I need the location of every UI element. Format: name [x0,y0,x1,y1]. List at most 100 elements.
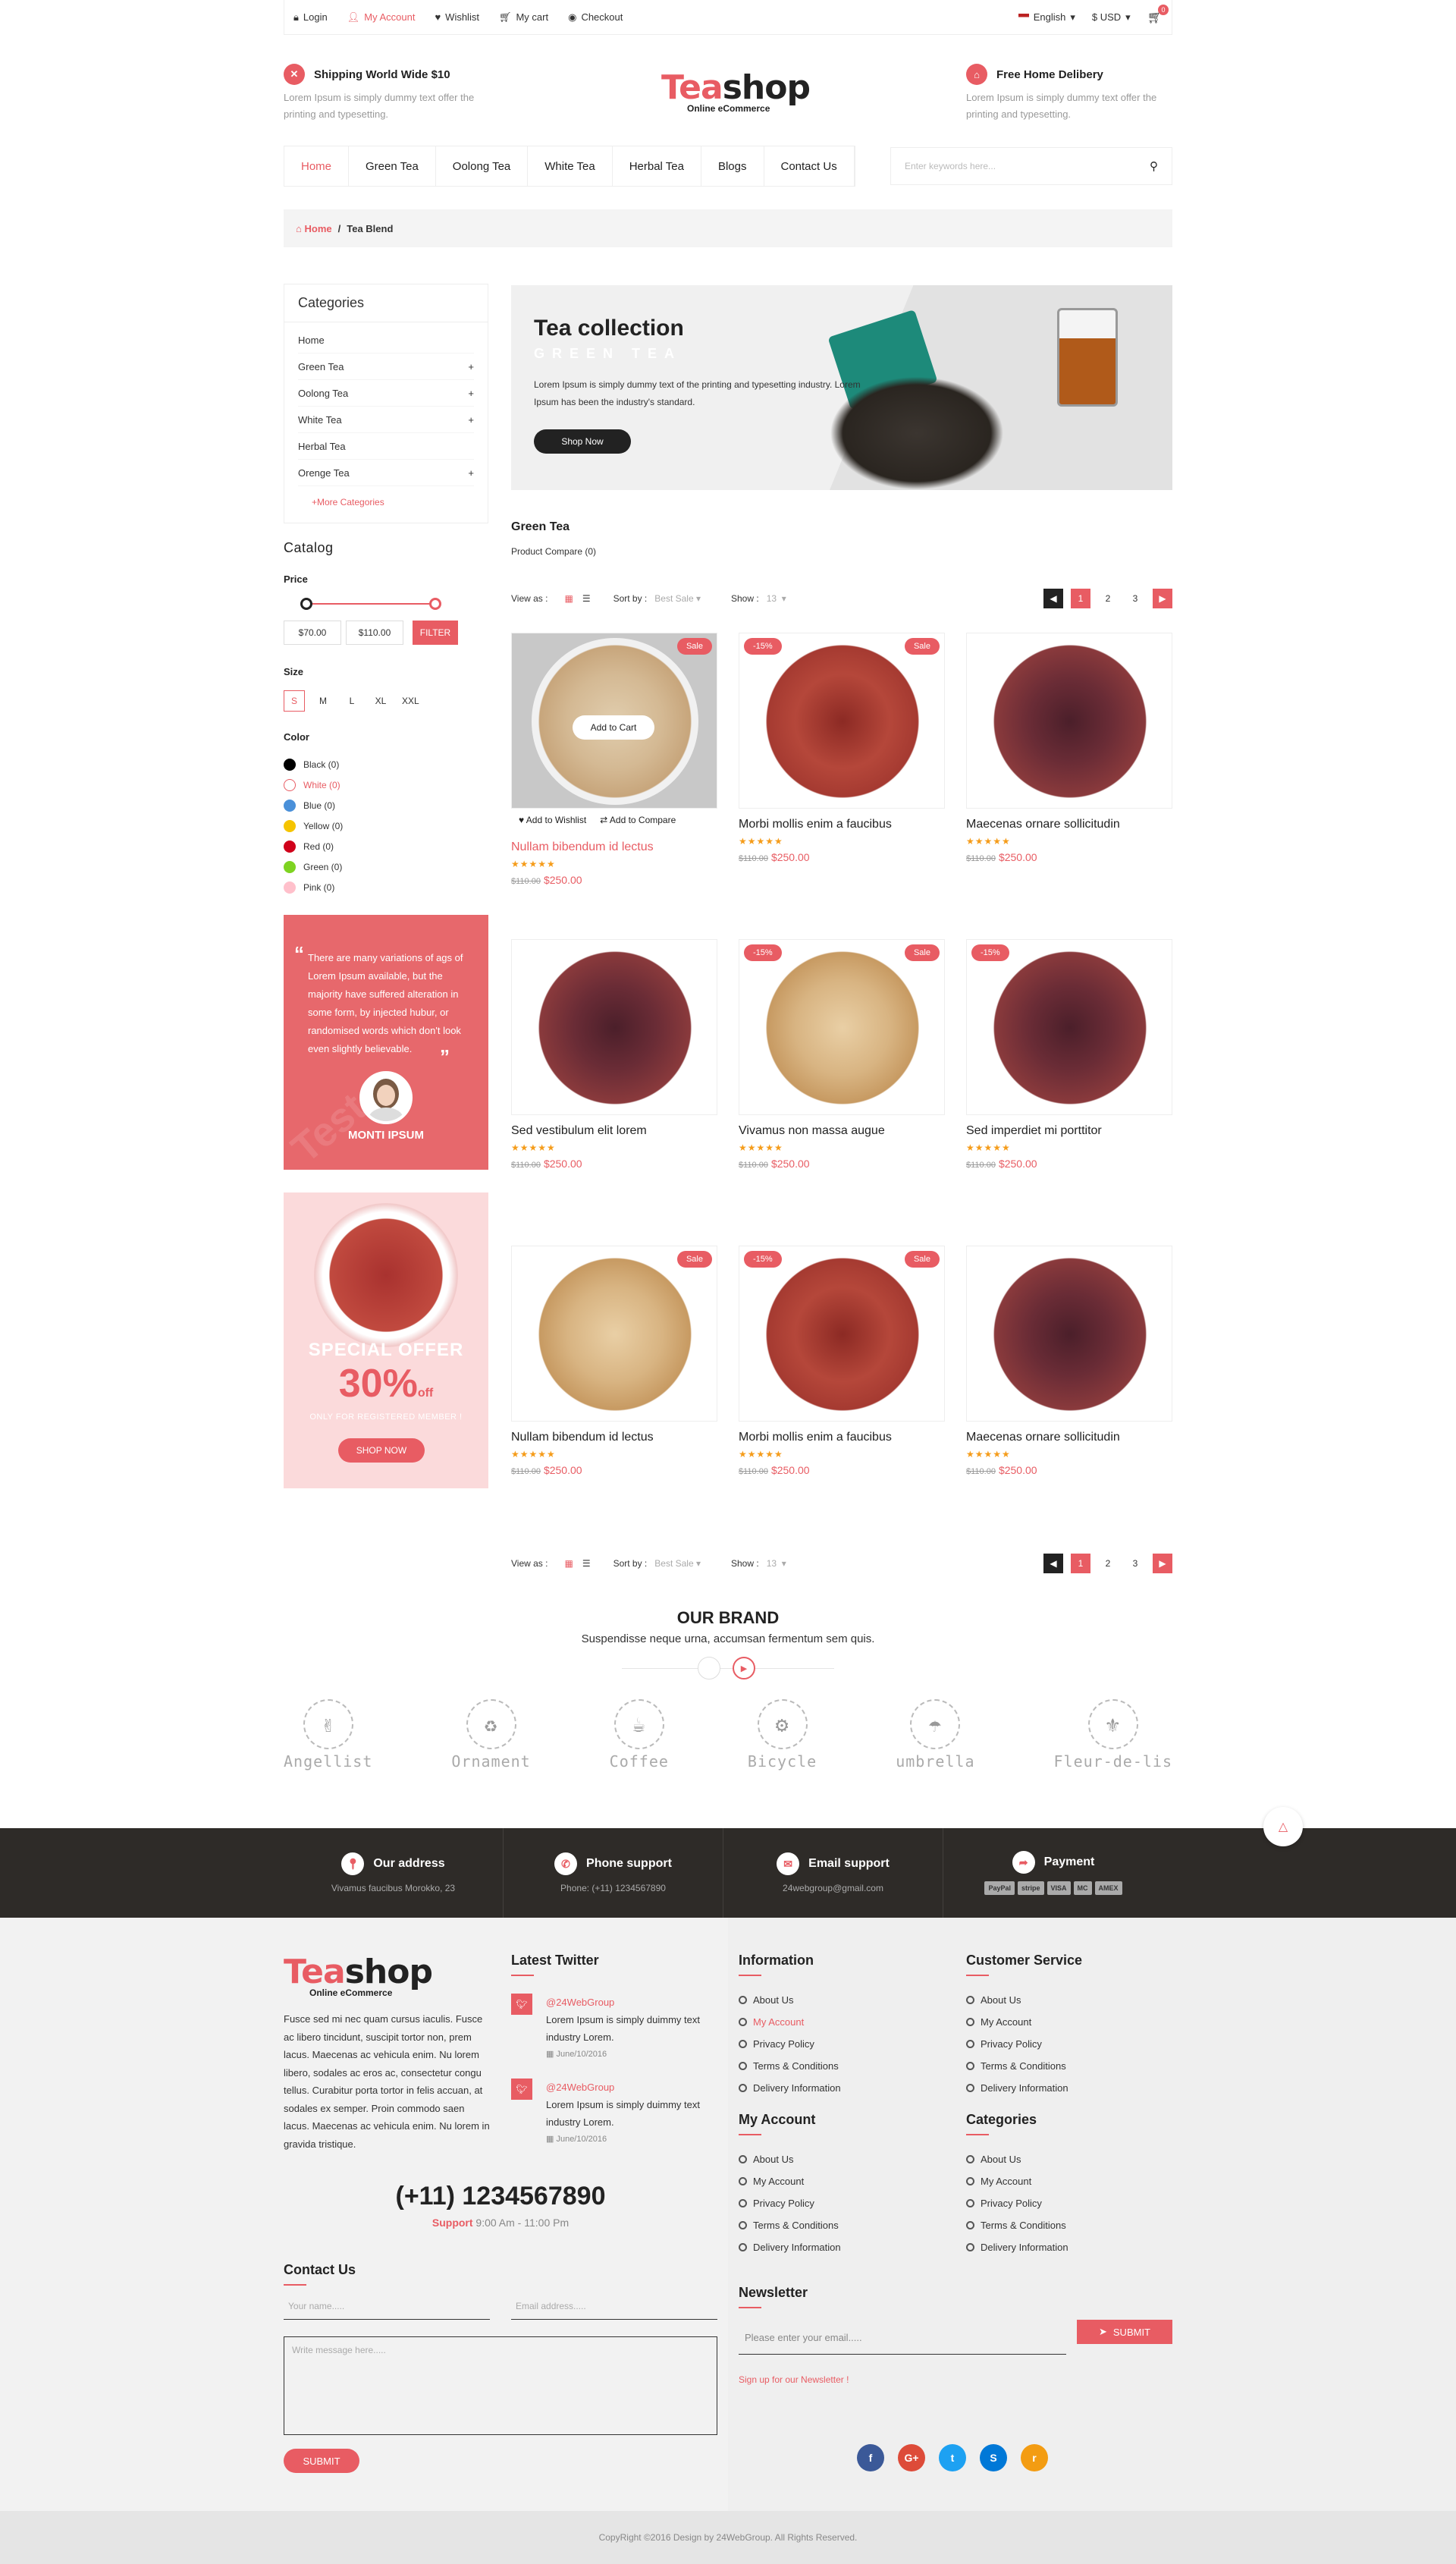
size-option[interactable]: XXL [399,690,422,712]
social-icon[interactable]: G+ [898,2444,925,2471]
nav-herbal-tea[interactable]: Herbal Tea [613,146,701,186]
footer-link[interactable]: About Us [966,2148,1068,2170]
product-name[interactable]: Sed vestibulum elit lorem [511,1124,717,1138]
price-max-handle[interactable] [429,598,441,610]
product-card[interactable]: -15% Sale Morbi mollis enim a faucibus ★★★★… [739,633,945,863]
category-item[interactable]: Orenge Tea + [298,460,474,486]
brand-prev-button[interactable] [698,1657,720,1679]
footer-link[interactable]: My Account [739,2170,841,2192]
footer-logo[interactable]: Teashop Online eCommerce [284,1954,433,1999]
product-card[interactable]: Sale Add to Cart ♥ Add to Wishlist ⇄ Add to… [511,633,717,886]
footer-link[interactable]: Terms & Conditions [739,2214,841,2236]
brand-logo[interactable]: ⚙ Bicycle [748,1699,817,1771]
plus-icon[interactable]: + [468,467,474,479]
product-card[interactable]: Sed vestibulum elit lorem ★★★★★ $110.00 $25… [511,939,717,1170]
banner-shop-now-button[interactable]: Shop Now [534,429,631,454]
tweet-handle[interactable]: @24WebGroup [546,1994,717,2011]
product-image[interactable]: -15% Sale [739,1246,945,1422]
message-textarea[interactable]: Write message here..... [284,2336,717,2435]
product-name[interactable]: Sed imperdiet mi porttitor [966,1124,1172,1138]
add-to-wishlist-button[interactable]: ♥ Add to Wishlist [519,815,586,825]
brand-logo[interactable]: ✌ Angellist [284,1699,372,1771]
nav-oolong-tea[interactable]: Oolong Tea [436,146,529,186]
prev-page-button[interactable]: ◀ [1043,1554,1063,1573]
product-card[interactable]: -15% Sed imperdiet mi porttitor ★★★★★ $110.… [966,939,1172,1170]
price-min-handle[interactable] [300,598,312,610]
color-option[interactable]: White (0) [284,775,343,795]
product-name[interactable]: Maecenas ornare sollicitudin [966,818,1172,831]
color-option[interactable]: Blue (0) [284,795,343,815]
category-item[interactable]: Home [298,327,474,353]
grid-view-icon[interactable]: ▦ [564,1558,573,1569]
list-view-icon[interactable]: ☰ [582,1558,591,1569]
social-icon[interactable]: S [980,2444,1007,2471]
logo[interactable]: Teashop Online eCommerce [661,70,811,115]
product-card[interactable]: Sale Nullam bibendum id lectus ★★★★★ $110.0… [511,1246,717,1476]
social-icon[interactable]: f [857,2444,884,2471]
product-name[interactable]: Nullam bibendum id lectus [511,841,717,854]
checkout-link[interactable]: ◉ Checkout [568,11,623,24]
next-page-button[interactable]: ▶ [1153,1554,1172,1573]
product-image[interactable] [511,939,717,1115]
footer-link[interactable]: Privacy Policy [739,2192,841,2214]
size-option[interactable]: S [284,690,305,712]
brand-logo[interactable]: ♻ Ornament [451,1699,530,1771]
product-image[interactable] [966,1246,1172,1422]
nav-white-tea[interactable]: White Tea [528,146,613,186]
product-image[interactable]: -15% [966,939,1172,1115]
footer-link[interactable]: Privacy Policy [739,2033,841,2055]
product-card[interactable]: -15% Sale Morbi mollis enim a faucibus ★★★★… [739,1246,945,1476]
product-card[interactable]: Maecenas ornare sollicitudin ★★★★★ $110.00… [966,633,1172,863]
color-option[interactable]: Pink (0) [284,877,343,897]
page-2[interactable]: 2 [1098,589,1118,608]
footer-link[interactable]: Delivery Information [739,2077,841,2099]
product-image[interactable] [966,633,1172,809]
product-compare-link[interactable]: Product Compare (0) [511,546,596,557]
color-option[interactable]: Red (0) [284,836,343,856]
footer-link[interactable]: My Account [739,2011,841,2033]
wishlist-link[interactable]: ♥ Wishlist [435,11,479,23]
more-categories-link[interactable]: +More Categories [284,491,488,507]
product-image[interactable]: -15% Sale [739,939,945,1115]
footer-link[interactable]: Privacy Policy [966,2192,1068,2214]
category-item[interactable]: Oolong Tea + [298,380,474,407]
newsletter-signup-link[interactable]: Sign up for our Newsletter ! [739,2374,849,2385]
sort-select[interactable]: Best Sale ▾ [654,593,701,604]
brand-next-button[interactable]: ▶ [733,1657,755,1679]
category-item[interactable]: White Tea + [298,407,474,433]
size-option[interactable]: XL [370,690,391,712]
nav-blogs[interactable]: Blogs [701,146,764,186]
language-select[interactable]: English ▾ [1018,11,1075,24]
footer-link[interactable]: About Us [739,1989,841,2011]
tweet-handle[interactable]: @24WebGroup [546,2079,717,2096]
add-to-cart-button[interactable]: Add to Cart [573,715,654,740]
page-2[interactable]: 2 [1098,1554,1118,1573]
scroll-top-button[interactable]: △ [1263,1807,1303,1846]
page-1[interactable]: 1 [1071,1554,1090,1573]
page-3[interactable]: 3 [1125,589,1145,608]
footer-link[interactable]: Delivery Information [739,2236,841,2258]
cart-button[interactable]: 🛒︎ 0 [1147,4,1169,25]
product-image[interactable]: -15% Sale [739,633,945,809]
nav-contact[interactable]: Contact Us [764,146,855,186]
brand-logo[interactable]: ⚜ Fleur-de-lis [1054,1699,1173,1771]
footer-link[interactable]: About Us [966,1989,1068,2011]
account-link[interactable]: 👤︎ My Account [347,11,416,24]
filter-button[interactable]: FILTER [413,621,458,645]
footer-link[interactable]: Delivery Information [966,2236,1068,2258]
color-option[interactable]: Black (0) [284,754,343,775]
footer-link[interactable]: Terms & Conditions [966,2214,1068,2236]
product-name[interactable]: Nullam bibendum id lectus [511,1431,717,1444]
product-name[interactable]: Vivamus non massa augue [739,1124,945,1138]
shop-now-button[interactable]: SHOP NOW [338,1438,425,1463]
product-name[interactable]: Morbi mollis enim a faucibus [739,1431,945,1444]
size-option[interactable]: M [312,690,334,712]
footer-link[interactable]: Terms & Conditions [966,2055,1068,2077]
color-option[interactable]: Yellow (0) [284,815,343,836]
nav-green-tea[interactable]: Green Tea [349,146,436,186]
product-image[interactable]: Sale Add to Cart [511,633,717,809]
plus-icon[interactable]: + [468,361,474,372]
list-view-icon[interactable]: ☰ [582,593,591,604]
page-1[interactable]: 1 [1071,589,1090,608]
grid-view-icon[interactable]: ▦ [564,593,573,604]
